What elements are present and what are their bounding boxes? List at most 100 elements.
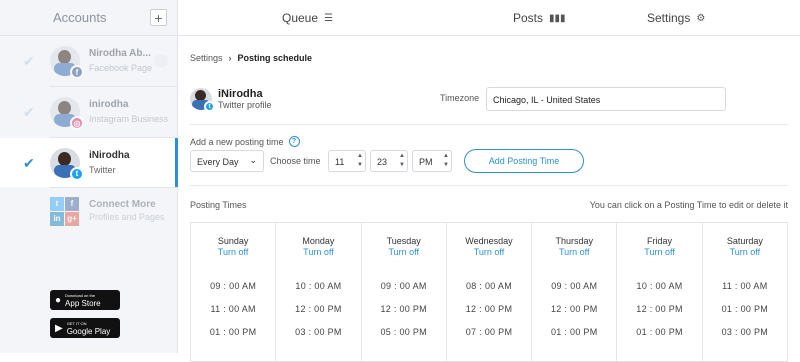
stack-icon: ☰ bbox=[324, 12, 333, 24]
posting-time[interactable]: 11 : 00 AM bbox=[191, 304, 275, 314]
account-type: Twitter bbox=[89, 164, 116, 175]
day-column: Thursday Turn off 09 : 00 AM 12 : 00 PM … bbox=[532, 223, 618, 361]
posting-time[interactable]: 03 : 00 PM bbox=[703, 327, 787, 337]
posting-time[interactable]: 03 : 00 PM bbox=[276, 327, 360, 337]
add-time-heading: Add a new posting time ? bbox=[190, 136, 300, 147]
nav-settings-label: Settings bbox=[647, 11, 691, 25]
posting-time[interactable]: 01 : 00 PM bbox=[617, 327, 701, 337]
posting-time[interactable]: 07 : 00 PM bbox=[447, 327, 531, 337]
posting-time[interactable]: 12 : 00 PM bbox=[532, 304, 616, 314]
social-networks-icon: t f in g+ bbox=[50, 196, 79, 226]
connect-more-title: Connect More bbox=[89, 199, 156, 210]
top-nav: Queue ☰ Posts ▮▮▮ Settings ⚙ bbox=[178, 0, 800, 36]
posting-time[interactable]: 01 : 00 PM bbox=[532, 327, 616, 337]
day-column: Wednesday Turn off 08 : 00 AM 12 : 00 PM… bbox=[447, 223, 533, 361]
day-name: Wednesday bbox=[465, 236, 513, 246]
posting-time[interactable]: 01 : 00 PM bbox=[191, 327, 275, 337]
posting-time[interactable]: 12 : 00 PM bbox=[617, 304, 701, 314]
apple-icon: ● bbox=[55, 294, 62, 306]
posting-time[interactable]: 12 : 00 PM bbox=[276, 304, 360, 314]
turn-off-link[interactable]: Turn off bbox=[617, 247, 701, 257]
connect-more-subtitle: Profiles and Pages bbox=[89, 212, 165, 222]
posting-time[interactable]: 11 : 00 AM bbox=[703, 281, 787, 291]
twitter-icon: t bbox=[70, 166, 84, 181]
profile-name: iNirodha bbox=[218, 88, 263, 100]
main-content: Settings › Posting schedule t iNirodha Twi… bbox=[178, 36, 800, 362]
hour-stepper[interactable]: 11 ▲ ▼ bbox=[328, 150, 366, 172]
check-icon: ✔ bbox=[23, 104, 35, 120]
connect-more[interactable]: t f in g+ Connect More Profiles and Page… bbox=[0, 188, 177, 234]
app-store-button[interactable]: ● Download on the App Store bbox=[50, 290, 120, 310]
day-column: Monday Turn off 10 : 00 AM 12 : 00 PM 03… bbox=[276, 223, 362, 361]
account-type: Facebook Page bbox=[89, 63, 153, 73]
accounts-header: Accounts + bbox=[0, 0, 177, 36]
twitter-icon: t bbox=[204, 101, 215, 112]
account-item-twitter[interactable]: ✔ t iNirodha Twitter bbox=[0, 138, 178, 187]
turn-off-link[interactable]: Turn off bbox=[703, 247, 787, 257]
day-column: Sunday Turn off 09 : 00 AM 11 : 00 AM 01… bbox=[191, 223, 277, 361]
turn-off-link[interactable]: Turn off bbox=[191, 247, 275, 257]
posting-time[interactable]: 10 : 00 AM bbox=[276, 281, 360, 291]
day-select[interactable]: Every Day ⌄ bbox=[190, 150, 264, 172]
nav-posts[interactable]: Posts ▮▮▮ bbox=[513, 11, 566, 25]
posting-time[interactable]: 10 : 00 AM bbox=[617, 281, 701, 291]
posting-time[interactable]: 01 : 00 PM bbox=[703, 304, 787, 314]
account-toggle-icon[interactable] bbox=[154, 54, 168, 68]
turn-off-link[interactable]: Turn off bbox=[447, 247, 531, 257]
posting-time[interactable]: 08 : 00 AM bbox=[447, 281, 531, 291]
instagram-icon: ◎ bbox=[70, 116, 84, 130]
google-play-button[interactable]: ▶ GET IT ON Google Play bbox=[50, 318, 120, 338]
add-posting-time-button[interactable]: Add Posting Time bbox=[464, 149, 584, 173]
timezone-field[interactable]: Chicago, IL - United States bbox=[486, 87, 726, 111]
posting-times-label: Posting Times bbox=[190, 200, 247, 210]
play-icon: ▶ bbox=[55, 322, 63, 334]
day-name: Saturday bbox=[726, 236, 763, 246]
stepper-arrows-icon[interactable]: ▲ ▼ bbox=[357, 152, 363, 170]
avatar: t bbox=[50, 147, 84, 181]
turn-off-link[interactable]: Turn off bbox=[276, 247, 360, 257]
posting-time[interactable]: 05 : 00 PM bbox=[362, 327, 446, 337]
stepper-arrows-icon[interactable]: ▲ ▼ bbox=[443, 152, 449, 170]
ampm-stepper[interactable]: PM ▲ ▼ bbox=[412, 150, 452, 172]
avatar: t bbox=[190, 88, 215, 112]
avatar: f bbox=[50, 46, 84, 79]
help-icon[interactable]: ? bbox=[288, 136, 300, 147]
posting-times-table: Sunday Turn off 09 : 00 AM 11 : 00 AM 01… bbox=[190, 222, 788, 362]
profile-type: Twitter profile bbox=[218, 100, 272, 110]
day-column: Friday Turn off 10 : 00 AM 12 : 00 PM 01… bbox=[617, 223, 703, 361]
account-item-instagram[interactable]: ✔ ◎ inirodha Instagram Business bbox=[0, 87, 177, 137]
app-store-big: App Store bbox=[65, 299, 101, 308]
turn-off-link[interactable]: Turn off bbox=[362, 247, 446, 257]
stepper-arrows-icon[interactable]: ▲ ▼ bbox=[399, 152, 405, 170]
nav-queue-label: Queue bbox=[282, 11, 319, 25]
breadcrumb-settings[interactable]: Settings bbox=[190, 53, 223, 63]
posting-time[interactable]: 12 : 00 PM bbox=[362, 304, 446, 314]
posting-time[interactable]: 12 : 00 PM bbox=[447, 304, 531, 314]
account-name: iNirodha bbox=[89, 149, 130, 161]
posting-time[interactable]: 09 : 00 AM bbox=[191, 281, 275, 291]
posting-time[interactable]: 09 : 00 AM bbox=[532, 281, 616, 291]
google-play-big: Google Play bbox=[66, 327, 111, 336]
timezone-label: Timezone bbox=[440, 93, 480, 103]
check-icon: ✔ bbox=[23, 53, 35, 69]
nav-settings[interactable]: Settings ⚙ bbox=[647, 11, 705, 25]
turn-off-link[interactable]: Turn off bbox=[532, 247, 616, 257]
day-name: Tuesday bbox=[386, 236, 421, 246]
minute-value: 23 bbox=[377, 157, 388, 167]
nav-queue[interactable]: Queue ☰ bbox=[282, 11, 333, 25]
day-name: Sunday bbox=[217, 236, 249, 246]
minute-stepper[interactable]: 23 ▲ ▼ bbox=[370, 150, 408, 172]
avatar: ◎ bbox=[50, 97, 84, 130]
divider bbox=[190, 124, 788, 125]
day-select-value: Every Day bbox=[197, 157, 239, 167]
day-name: Friday bbox=[647, 236, 673, 246]
gear-icon: ⚙ bbox=[696, 12, 706, 24]
account-name: inirodha bbox=[89, 99, 129, 110]
posting-times-hint: You can click on a Posting Time to edit … bbox=[589, 200, 788, 210]
day-column: Saturday Turn off 11 : 00 AM 01 : 00 PM … bbox=[703, 223, 787, 361]
posting-time[interactable]: 09 : 00 AM bbox=[362, 281, 446, 291]
account-item-facebook[interactable]: ✔ f Nirodha Ab... Facebook Page bbox=[0, 36, 177, 86]
account-name: Nirodha Ab... bbox=[89, 48, 151, 59]
day-column: Tuesday Turn off 09 : 00 AM 12 : 00 PM 0… bbox=[362, 223, 447, 361]
add-account-button[interactable]: + bbox=[150, 9, 167, 26]
